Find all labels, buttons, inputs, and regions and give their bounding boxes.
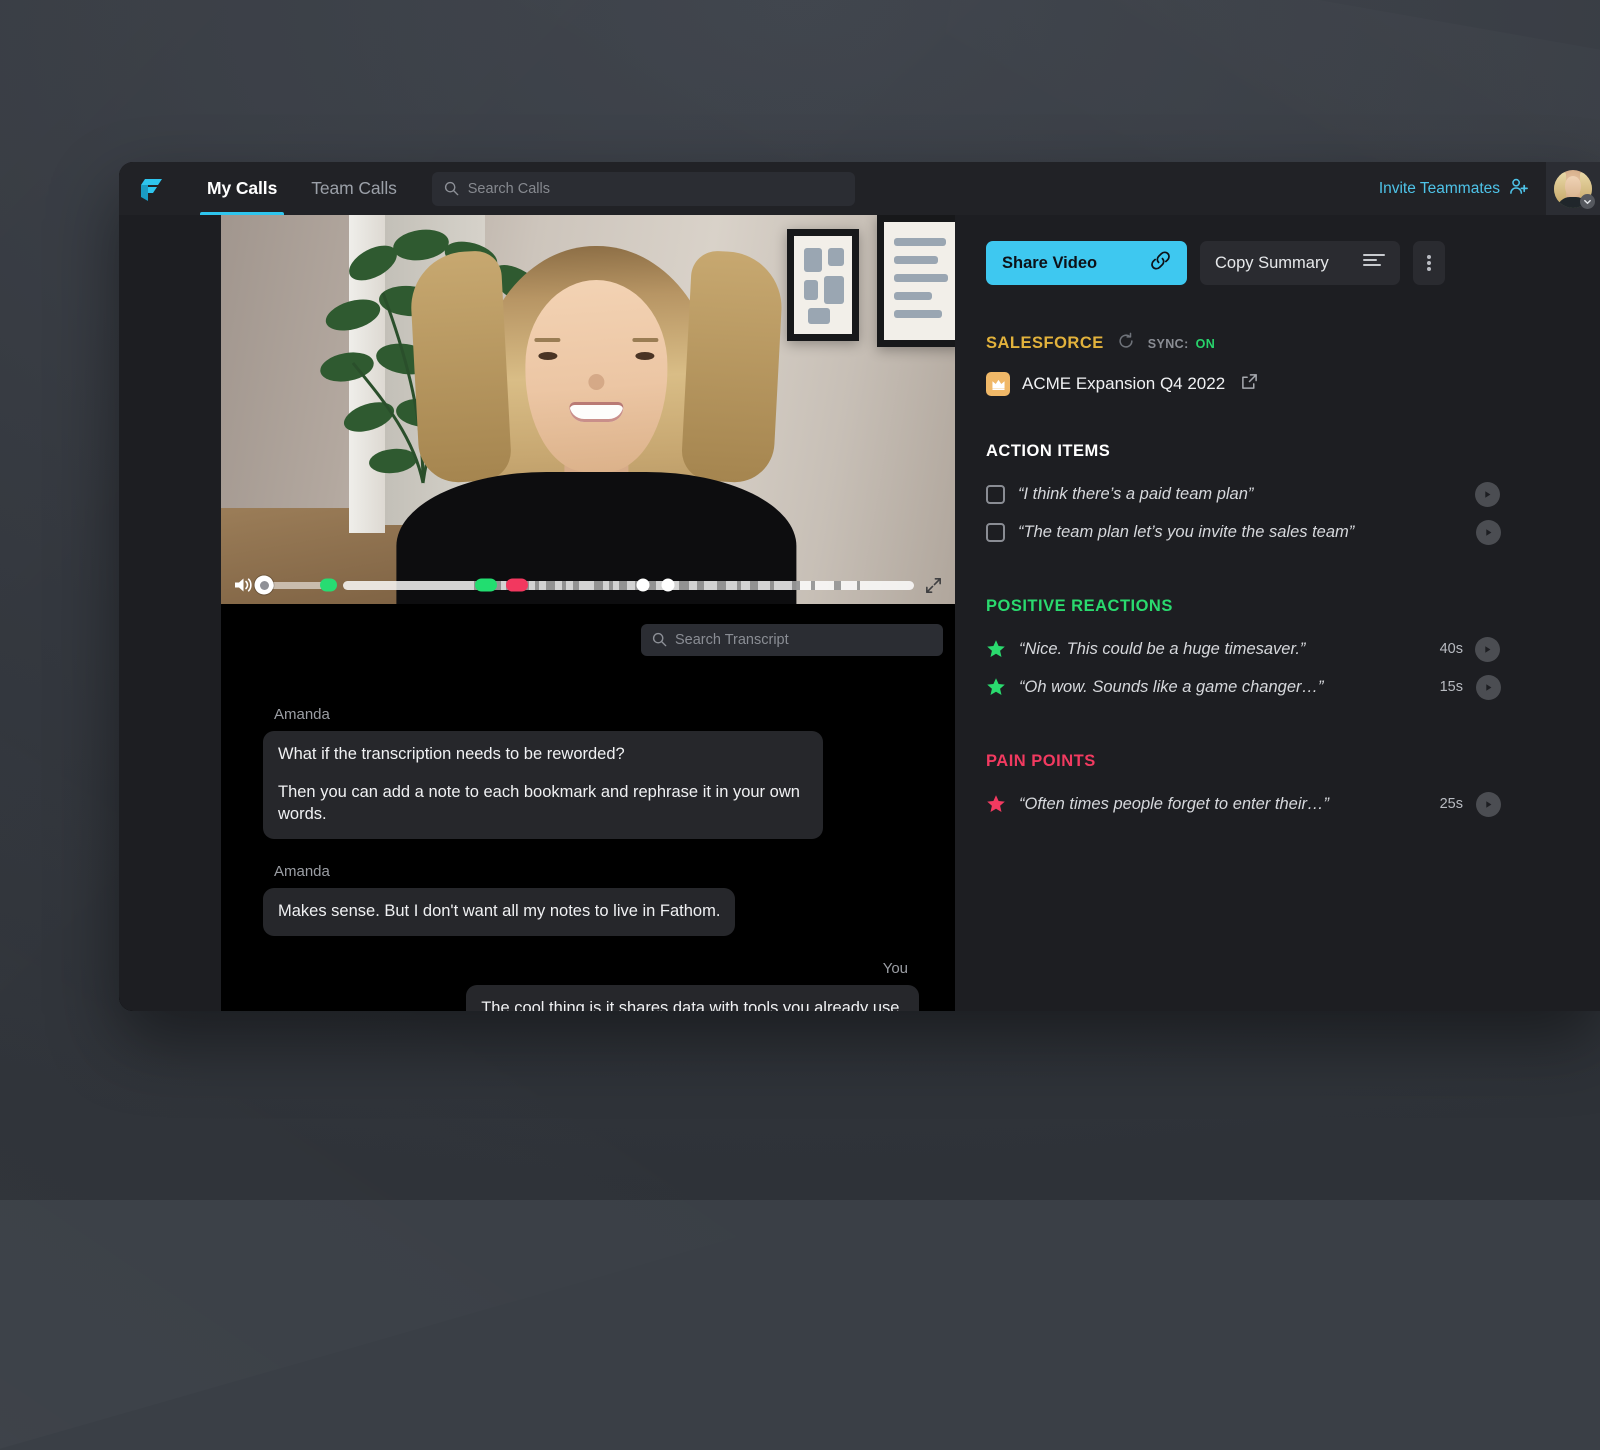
pain-point-row: “Often times people forget to enter thei… bbox=[986, 785, 1600, 823]
transcript-message: Amanda What if the transcription needs t… bbox=[263, 706, 919, 839]
salesforce-title: SALESFORCE bbox=[986, 334, 1104, 353]
panel-actions: Share Video Copy Summary bbox=[986, 241, 1600, 285]
expand-icon[interactable] bbox=[922, 574, 944, 596]
refresh-icon[interactable] bbox=[1117, 332, 1135, 355]
message-bubble[interactable]: The cool thing is it shares data with to… bbox=[466, 985, 919, 1011]
main-content: Amanda What if the transcription needs t… bbox=[119, 215, 1600, 1011]
message-line: What if the transcription needs to be re… bbox=[278, 744, 808, 766]
wall-art-2 bbox=[877, 215, 955, 347]
speaker-name: Amanda bbox=[263, 706, 919, 723]
invite-teammates-button[interactable]: Invite Teammates bbox=[1379, 177, 1546, 201]
transcript-panel: Amanda What if the transcription needs t… bbox=[221, 604, 955, 1011]
star-icon bbox=[986, 639, 1006, 659]
fathom-logo-icon[interactable] bbox=[138, 174, 168, 204]
sync-value: ON bbox=[1196, 337, 1216, 351]
positive-reaction-text: “Nice. This could be a huge timesaver.” bbox=[1019, 640, 1305, 659]
video-controls bbox=[221, 566, 955, 604]
search-icon bbox=[444, 181, 459, 201]
tab-my-calls[interactable]: My Calls bbox=[190, 162, 294, 215]
play-icon[interactable] bbox=[1475, 482, 1500, 507]
top-navigation-bar: My Calls Team Calls Invite Teammates bbox=[119, 162, 1600, 215]
video-participant bbox=[386, 234, 806, 604]
speaker-name: Amanda bbox=[263, 863, 919, 880]
pain-point-text: “Often times people forget to enter thei… bbox=[1019, 795, 1329, 814]
salesforce-header: SALESFORCE SYNC: ON bbox=[986, 332, 1600, 355]
volume-marker bbox=[320, 579, 337, 592]
person-add-icon bbox=[1509, 177, 1528, 201]
star-icon bbox=[986, 794, 1006, 814]
app-window: My Calls Team Calls Invite Teammates bbox=[119, 162, 1600, 1011]
action-item-text: “The team plan let’s you invite the sale… bbox=[1018, 523, 1354, 542]
link-icon bbox=[1150, 250, 1171, 276]
play-icon[interactable] bbox=[1476, 792, 1501, 817]
pain-points-heading: PAIN POINTS bbox=[986, 752, 1600, 771]
positive-reaction-time: 40s bbox=[1440, 641, 1474, 657]
message-line: The cool thing is it shares data with to… bbox=[481, 998, 904, 1011]
external-link-icon[interactable] bbox=[1241, 373, 1258, 395]
search-calls-field[interactable] bbox=[432, 172, 855, 206]
action-item-checkbox[interactable] bbox=[986, 523, 1005, 542]
search-transcript-input[interactable] bbox=[675, 632, 943, 648]
crown-icon bbox=[986, 372, 1010, 396]
tab-team-calls-label: Team Calls bbox=[311, 178, 397, 199]
volume-on-icon[interactable] bbox=[232, 574, 254, 596]
tab-team-calls[interactable]: Team Calls bbox=[294, 162, 414, 215]
seek-marker-red[interactable] bbox=[506, 579, 528, 592]
tab-my-calls-label: My Calls bbox=[207, 178, 277, 199]
message-line: Makes sense. But I don't want all my not… bbox=[278, 901, 720, 923]
speaker-name: You bbox=[263, 960, 919, 977]
video-player[interactable] bbox=[221, 215, 955, 604]
seek-bar[interactable] bbox=[343, 581, 914, 590]
play-icon[interactable] bbox=[1475, 637, 1500, 662]
action-item-checkbox[interactable] bbox=[986, 485, 1005, 504]
invite-teammates-label: Invite Teammates bbox=[1379, 180, 1500, 198]
salesforce-opportunity[interactable]: ACME Expansion Q4 2022 bbox=[986, 372, 1600, 396]
transcript-messages: Amanda What if the transcription needs t… bbox=[221, 656, 955, 1011]
search-icon bbox=[652, 632, 667, 652]
positive-reaction-time: 15s bbox=[1440, 679, 1474, 695]
video-frame bbox=[221, 215, 955, 604]
pain-point-time: 25s bbox=[1440, 796, 1474, 812]
transcript-message: Amanda Makes sense. But I don't want all… bbox=[263, 863, 919, 936]
volume-slider[interactable] bbox=[262, 582, 335, 589]
positive-reaction-text: “Oh wow. Sounds like a game changer…” bbox=[1019, 678, 1324, 697]
seek-marker-white-2[interactable] bbox=[662, 579, 675, 592]
left-gutter bbox=[119, 215, 221, 1011]
message-bubble[interactable]: What if the transcription needs to be re… bbox=[263, 731, 823, 839]
message-bubble[interactable]: Makes sense. But I don't want all my not… bbox=[263, 888, 735, 936]
more-vertical-icon[interactable] bbox=[1413, 241, 1445, 285]
share-video-button[interactable]: Share Video bbox=[986, 241, 1187, 285]
transcript-message: You The cool thing is it shares data wit… bbox=[263, 960, 919, 1011]
play-icon[interactable] bbox=[1476, 520, 1501, 545]
search-calls-input[interactable] bbox=[468, 181, 855, 197]
nav-tabs: My Calls Team Calls bbox=[190, 162, 414, 215]
summary-lines-icon bbox=[1363, 253, 1385, 274]
summary-panel: Share Video Copy Summary bbox=[955, 215, 1600, 1011]
share-video-label: Share Video bbox=[1002, 254, 1097, 273]
message-line: Then you can add a note to each bookmark… bbox=[278, 782, 808, 826]
chevron-down-icon[interactable] bbox=[1580, 194, 1595, 209]
star-icon bbox=[986, 677, 1006, 697]
video-transcript-column: Amanda What if the transcription needs t… bbox=[119, 215, 955, 1011]
positive-reaction-row: “Nice. This could be a huge timesaver.” … bbox=[986, 630, 1600, 668]
user-avatar-button[interactable] bbox=[1546, 162, 1600, 215]
positive-reaction-row: “Oh wow. Sounds like a game changer…” 15… bbox=[986, 668, 1600, 706]
salesforce-opportunity-name: ACME Expansion Q4 2022 bbox=[1022, 374, 1225, 394]
positive-reactions-heading: POSITIVE REACTIONS bbox=[986, 597, 1600, 616]
topbar-right-group: Invite Teammates bbox=[1379, 162, 1600, 215]
copy-summary-label: Copy Summary bbox=[1215, 254, 1329, 273]
sync-label: SYNC: bbox=[1148, 337, 1189, 351]
search-transcript-field[interactable] bbox=[641, 624, 943, 656]
copy-summary-button[interactable]: Copy Summary bbox=[1200, 241, 1400, 285]
seek-marker-white-1[interactable] bbox=[636, 579, 649, 592]
action-item-row: “I think there’s a paid team plan” bbox=[986, 475, 1600, 513]
seek-marker-green[interactable] bbox=[475, 579, 497, 592]
action-item-row: “The team plan let’s you invite the sale… bbox=[986, 513, 1600, 551]
play-icon[interactable] bbox=[1476, 675, 1501, 700]
volume-slider-handle[interactable] bbox=[255, 576, 274, 595]
action-items-heading: ACTION ITEMS bbox=[986, 442, 1600, 461]
action-item-text: “I think there’s a paid team plan” bbox=[1018, 485, 1253, 504]
